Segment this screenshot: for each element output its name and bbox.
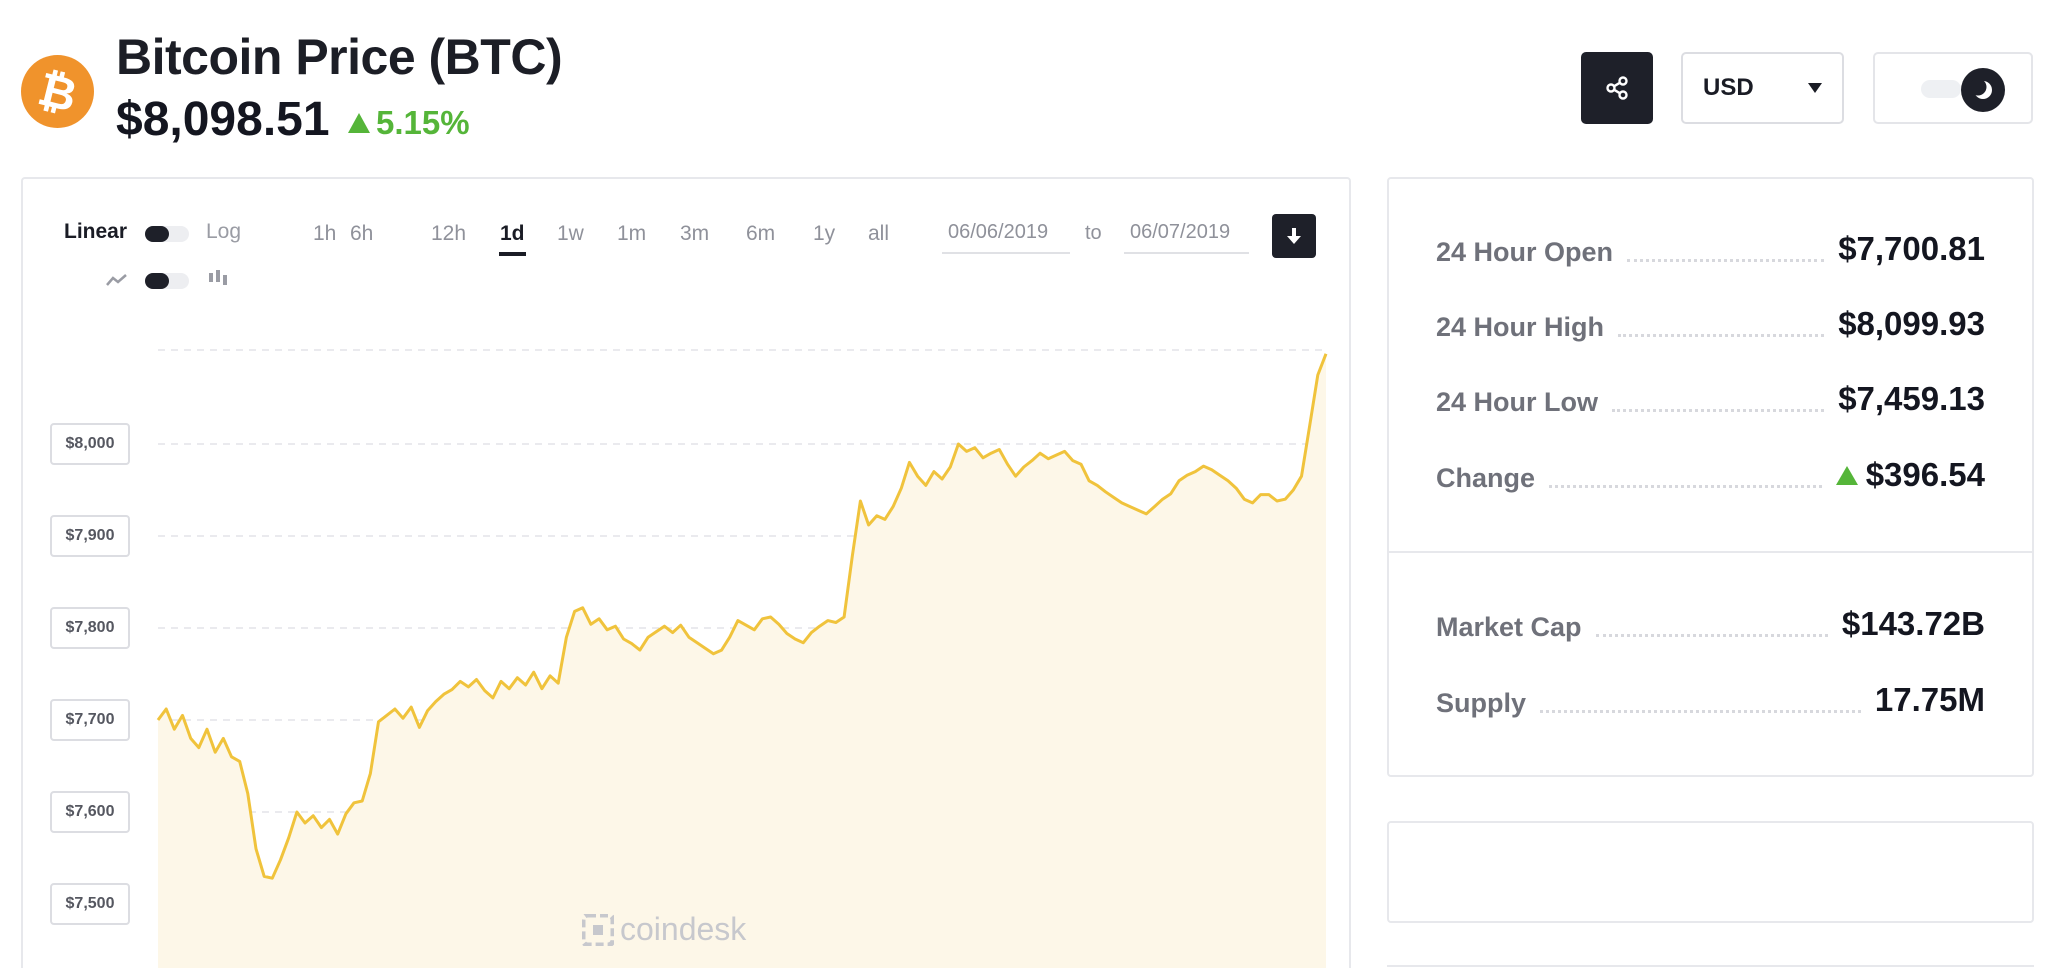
price-area — [158, 353, 1326, 968]
stat-value: 17.75M — [1874, 681, 1985, 718]
y-tick-label: $7,800 — [50, 607, 130, 649]
stat-value: $7,459.13 — [1838, 380, 1985, 417]
stat-value: $8,099.93 — [1838, 305, 1985, 342]
stat-label: 24 Hour Low — [1436, 387, 1599, 417]
stat-value: $396.54 — [1835, 456, 1985, 494]
y-tick-label: $7,700 — [50, 699, 130, 741]
dotted-leader — [1595, 634, 1828, 637]
stat-label: 24 Hour Open — [1436, 237, 1614, 267]
stat-supply: Supply 17.75M — [1436, 679, 1985, 719]
stats-divider — [1389, 551, 2032, 553]
stat-24h-low: 24 Hour Low $7,459.13 — [1436, 378, 1985, 418]
dotted-leader — [1612, 409, 1825, 412]
y-tick-label: $7,500 — [50, 883, 130, 925]
stat-24h-open: 24 Hour Open $7,700.81 — [1436, 228, 1985, 268]
coindesk-logo-icon — [582, 913, 614, 946]
dotted-leader — [1549, 485, 1822, 488]
y-tick-label: $7,900 — [50, 515, 130, 557]
y-tick-label: $7,600 — [50, 791, 130, 833]
stat-value: $7,700.81 — [1838, 230, 1985, 267]
dotted-leader — [1540, 710, 1861, 713]
stat-market-cap: Market Cap $143.72B — [1436, 603, 1985, 643]
stat-24h-high: 24 Hour High $8,099.93 — [1436, 303, 1985, 343]
coindesk-watermark: coindesk — [582, 911, 746, 948]
stat-value: $143.72B — [1841, 605, 1985, 642]
up-arrow-icon — [1835, 465, 1858, 485]
dotted-leader — [1627, 259, 1825, 262]
watermark-text: coindesk — [620, 911, 747, 947]
stat-change: Change $396.54 — [1436, 454, 1985, 494]
stat-label: Change — [1436, 463, 1536, 493]
y-tick-label: $8,000 — [50, 423, 130, 465]
change-amount: $396.54 — [1865, 456, 1985, 493]
empty-panel — [1387, 821, 2034, 923]
stat-label: Market Cap — [1436, 612, 1582, 642]
stat-label: Supply — [1436, 688, 1527, 718]
dotted-leader — [1618, 334, 1825, 337]
stat-label: 24 Hour High — [1436, 312, 1605, 342]
